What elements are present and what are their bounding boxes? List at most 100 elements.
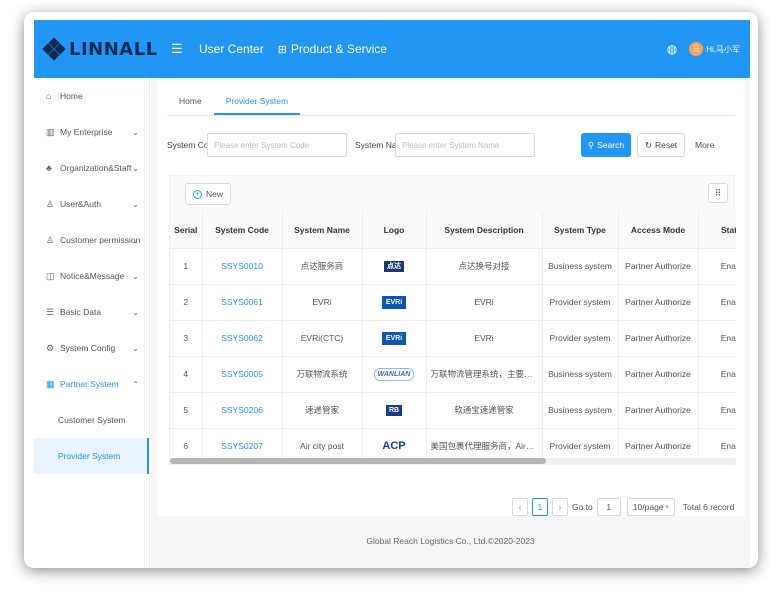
scrollbar-thumb[interactable]: [170, 458, 546, 464]
sidebar-item-label: Basic Data: [60, 307, 102, 317]
table-row[interactable]: 1 SSYS0010 点达服务商 点达 点达换号对接 Business syst…: [170, 248, 736, 285]
evri-logo: EVRi: [381, 295, 407, 309]
logo-text: LINNALL: [69, 38, 158, 60]
search-icon: ⚲: [587, 139, 595, 150]
cell-system-code-link[interactable]: SSYS0005: [202, 356, 283, 393]
globe-icon[interactable]: ◍: [667, 42, 677, 56]
new-button[interactable]: + New: [185, 183, 232, 205]
reset-button[interactable]: ↻ Reset: [637, 133, 685, 157]
sidebar-item-partner-system[interactable]: ▦ Partner System ⌃: [34, 366, 149, 402]
cell-logo: WANLIAN: [362, 356, 427, 393]
acp-logo: ACP: [382, 440, 406, 452]
cell-system-code-link[interactable]: SSYS0206: [202, 392, 283, 429]
col-header-system-type: System Type: [542, 212, 619, 249]
cell-system-type: Provider system: [542, 284, 619, 321]
column-settings-icon[interactable]: ⠿: [708, 183, 728, 203]
chevron-down-icon: ⌄: [132, 163, 139, 173]
search-button[interactable]: ⚲ Search: [581, 133, 631, 157]
chevron-down-icon: ⌄: [132, 127, 139, 137]
wanlian-logo: WANLIAN: [373, 367, 415, 381]
table-row[interactable]: 5 SSYS0206 速递管家 RB 软通宝速递管家 Business syst…: [170, 392, 736, 429]
chevron-down-icon: ▾: [665, 504, 669, 511]
top-header: LINNALL ☰ User Center ⊞ Product & Servic…: [34, 20, 750, 78]
brand-logo[interactable]: LINNALL: [42, 37, 159, 61]
chevron-up-icon: ⌃: [132, 379, 139, 389]
sidebar-item-home[interactable]: ⌂ Home: [34, 78, 149, 114]
horizontal-scrollbar[interactable]: [170, 458, 736, 464]
footer-copyright: Global Reach Logistics Co., Ltd.©2020-20…: [366, 536, 535, 546]
cell-access-mode: Partner Authorize: [618, 320, 699, 357]
cell-description: 软通宝速递管家: [426, 392, 543, 429]
table-row[interactable]: 3 SSYS0062 EVRi(CTC) EVRi EVRi Provider …: [170, 320, 736, 357]
cell-system-name: 点达服务商: [282, 248, 363, 285]
sidebar-item-notice[interactable]: ◫ Notice&Message ⌄: [34, 258, 149, 294]
sidebar-item-label: User&Auth: [60, 199, 102, 209]
sidebar-item-basic-data[interactable]: ☰ Basic Data ⌄: [34, 294, 149, 330]
tab-home[interactable]: Home: [167, 92, 214, 115]
col-header-status: Status: [698, 212, 736, 249]
goto-label: Go to: [572, 502, 593, 512]
cell-system-type: Business system: [542, 392, 619, 429]
cell-system-type: Provider system: [542, 320, 619, 357]
system-name-label: System Name: [355, 140, 395, 150]
content-card: Home Provider System System Code Please …: [157, 80, 745, 516]
new-button-label: New: [206, 189, 224, 199]
chevron-down-icon: ⌄: [132, 235, 139, 245]
sidebar-item-my-enterprise[interactable]: ▥ My Enterprise ⌄: [34, 114, 149, 150]
cell-system-code-link[interactable]: SSYS0061: [202, 284, 283, 321]
system-code-input[interactable]: Please enter System Code: [207, 133, 347, 157]
col-header-access-mode: Access Mode: [618, 212, 699, 249]
sidebar-item-customer-permission[interactable]: ♙ Customer permission ⌄: [34, 222, 149, 258]
cell-system-name: EVRi(CTC): [282, 320, 363, 357]
nav-user-center[interactable]: User Center: [199, 42, 264, 56]
tab-provider-system[interactable]: Provider System: [213, 92, 301, 115]
cell-serial: 2: [170, 284, 203, 321]
more-link[interactable]: More: [695, 140, 714, 150]
sidebar-item-label: System Config: [60, 343, 116, 353]
reset-button-label: Reset: [654, 140, 678, 150]
sidebar-item-label: Organization&Staff: [60, 163, 132, 173]
cell-description: EVRi: [426, 320, 543, 357]
sidebar-subitem-customer-system[interactable]: Customer System: [34, 402, 149, 438]
cell-status: Enable: [698, 356, 736, 393]
sidebar-subitem-provider-system[interactable]: Provider System: [34, 438, 149, 474]
chevron-down-icon: ⌄: [132, 271, 139, 281]
evri-logo: EVRi: [381, 331, 407, 345]
avatar[interactable]: 马: [689, 42, 704, 56]
username[interactable]: Hi,马小军: [706, 44, 740, 55]
system-code-label: System Code: [167, 140, 207, 150]
home-icon: ⌂: [46, 91, 52, 101]
table-row[interactable]: 4 SSYS0005 万联物流系统 WANLIAN 万联物流管理系统，主要有仓.…: [170, 356, 736, 393]
page-size-select[interactable]: 10/page ▾: [626, 498, 675, 516]
sidebar-item-user-auth[interactable]: ♙ User&Auth ⌄: [34, 186, 149, 222]
page-tabs: Home Provider System: [167, 92, 735, 116]
sidebar-item-organization[interactable]: ♣ Organization&Staff ⌄: [34, 150, 149, 186]
goto-page-input[interactable]: 1: [596, 498, 621, 516]
cell-system-code-link[interactable]: SSYS0062: [202, 320, 283, 357]
total-records: Total 6 record: [682, 502, 735, 512]
cell-serial: 1: [170, 248, 203, 285]
cell-system-name: 万联物流系统: [282, 356, 363, 393]
sidebar-item-label: Partner System: [60, 379, 119, 389]
system-name-input[interactable]: Please enter System Name: [395, 133, 535, 157]
logo-mark-icon: [42, 37, 66, 61]
sidebar-item-system-config[interactable]: ⚙ System Config ⌄: [34, 330, 149, 366]
nav-product-service[interactable]: ⊞ Product & Service: [278, 42, 387, 56]
menu-toggle-icon[interactable]: ☰: [171, 41, 185, 57]
main-content: Home Provider System System Code Please …: [151, 78, 750, 568]
data-table: Serial System Code System Name Logo Syst…: [170, 212, 736, 464]
dianda-logo: 点达: [384, 261, 404, 272]
search-filter: System Code Please enter System Code Sys…: [167, 132, 737, 158]
prev-page-button[interactable]: ‹: [512, 498, 528, 516]
page-number-current[interactable]: 1: [532, 498, 548, 516]
next-page-button[interactable]: ›: [552, 498, 568, 516]
table-row[interactable]: 2 SSYS0061 EVRi EVRi EVRi Provider syste…: [170, 284, 736, 321]
cell-status: Enable: [698, 320, 736, 357]
header-right: ◍ 马 Hi,马小军: [667, 42, 740, 56]
cell-system-name: 速递管家: [282, 392, 363, 429]
cell-logo: EVRi: [362, 284, 427, 321]
table-header-row: Serial System Code System Name Logo Syst…: [170, 212, 736, 249]
sidebar-item-label: Home: [60, 91, 83, 101]
gear-icon: ⚙: [46, 342, 55, 353]
cell-system-code-link[interactable]: SSYS0010: [202, 248, 283, 285]
